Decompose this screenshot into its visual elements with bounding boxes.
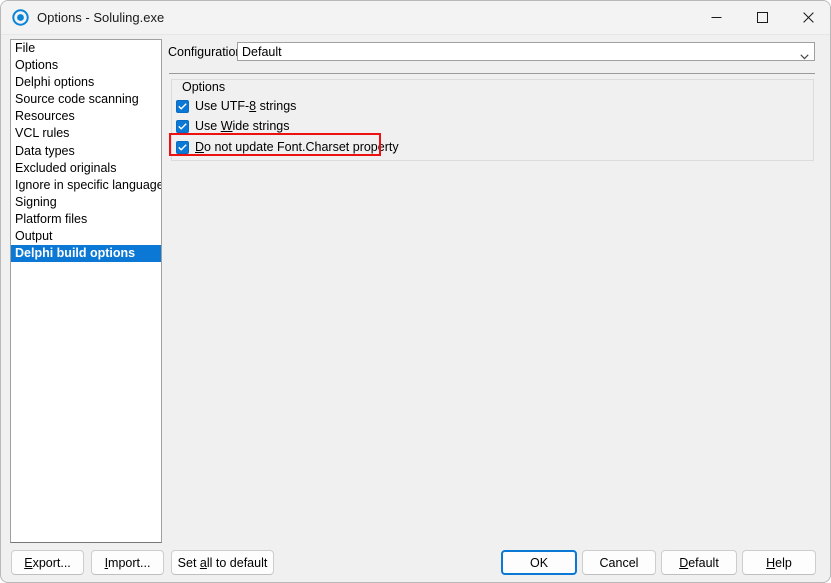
cancel-button[interactable]: Cancel: [582, 550, 656, 575]
btn-post: xport...: [32, 555, 71, 570]
checkbox-label: Use UTF-8 strings: [195, 99, 296, 114]
help-button[interactable]: Help: [742, 550, 816, 575]
default-button[interactable]: Default: [661, 550, 737, 575]
maximize-icon[interactable]: [739, 1, 785, 34]
configuration-combobox[interactable]: Default: [237, 42, 815, 61]
checkbox-label: Use Wide strings: [195, 119, 290, 134]
window-title: Options - Soluling.exe: [37, 10, 165, 25]
export-button[interactable]: Export...: [11, 550, 84, 575]
chevron-down-icon: [800, 49, 809, 60]
label-accel: D: [195, 139, 205, 154]
app-circle-icon: [12, 9, 29, 26]
checkmark-icon: [176, 119, 189, 133]
import-button[interactable]: Import...: [91, 550, 164, 575]
btn-pre: Cancel: [599, 555, 639, 570]
checkmark-icon: [176, 99, 189, 113]
sidebar-item-file[interactable]: File: [11, 40, 161, 57]
label-post: ide strings: [232, 118, 290, 133]
btn-accel: D: [679, 555, 689, 570]
label-accel: W: [220, 118, 233, 133]
checkbox-label: Do not update Font.Charset property: [195, 140, 399, 155]
btn-pre: OK: [529, 555, 549, 570]
btn-accel: a: [199, 555, 207, 570]
label-pre: Use UTF-: [195, 98, 250, 113]
category-listbox[interactable]: File Options Delphi options Source code sca…: [10, 39, 162, 543]
btn-accel: H: [766, 555, 776, 570]
sidebar-item-delphi-options[interactable]: Delphi options: [11, 74, 161, 91]
checkbox-do-not-update-font-charset[interactable]: Do not update Font.Charset property: [176, 138, 399, 156]
btn-accel: E: [24, 555, 33, 570]
checkbox-use-wide-strings[interactable]: Use Wide strings: [176, 117, 290, 135]
options-dialog-window: Options - Soluling.exe File Options Delphi…: [0, 0, 831, 583]
title-bar[interactable]: Options - Soluling.exe: [1, 1, 830, 35]
sidebar-item-platform-files[interactable]: Platform files: [11, 211, 161, 228]
configuration-value: Default: [242, 45, 282, 59]
set-all-to-default-button[interactable]: Set all to default: [171, 550, 274, 575]
checkmark-icon: [176, 140, 189, 154]
configuration-label: Configuration:: [168, 45, 246, 59]
sidebar-item-resources[interactable]: Resources: [11, 108, 161, 125]
label-pre: Use: [195, 118, 221, 133]
sidebar-item-options[interactable]: Options: [11, 57, 161, 74]
btn-post: ll to default: [206, 555, 268, 570]
checkbox-use-utf8-strings[interactable]: Use UTF-8 strings: [176, 97, 296, 115]
sidebar-item-excluded-originals[interactable]: Excluded originals: [11, 160, 161, 177]
label-post: strings: [256, 98, 297, 113]
sidebar-item-signing[interactable]: Signing: [11, 194, 161, 211]
minimize-icon[interactable]: [693, 1, 739, 34]
close-icon[interactable]: [785, 1, 830, 34]
sidebar-item-delphi-build-options[interactable]: Delphi build options: [11, 245, 161, 263]
ok-button[interactable]: OK: [501, 550, 577, 575]
sidebar-item-vcl-rules[interactable]: VCL rules: [11, 125, 161, 142]
btn-post: mport...: [108, 555, 151, 570]
options-groupbox-title: Options: [178, 80, 230, 94]
btn-pre: Set: [177, 555, 200, 570]
label-post: o not update Font.Charset property: [204, 139, 399, 154]
header-separator: [169, 73, 815, 74]
sidebar-item-ignore-in-specific-languages[interactable]: Ignore in specific languages: [11, 177, 161, 194]
sidebar-item-source-code-scanning[interactable]: Source code scanning: [11, 91, 161, 108]
btn-post: efault: [688, 555, 719, 570]
sidebar-item-data-types[interactable]: Data types: [11, 143, 161, 160]
btn-post: elp: [775, 555, 792, 570]
sidebar-item-output[interactable]: Output: [11, 228, 161, 245]
